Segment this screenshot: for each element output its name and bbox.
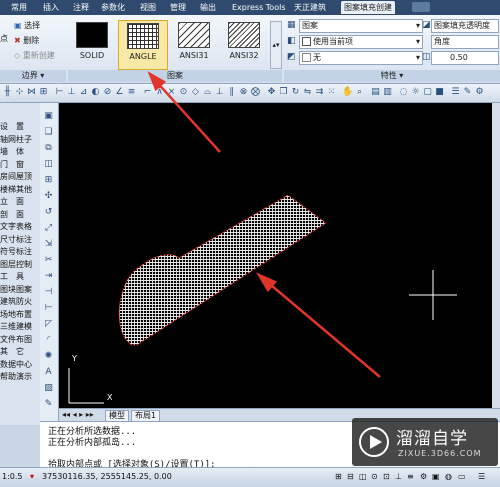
otrack-mode-icon[interactable]: ⊥ [395, 472, 402, 481]
snap-mode-icon[interactable]: ⊞ [335, 472, 342, 481]
polar-mode-icon[interactable]: ⊙ [371, 472, 378, 481]
coordinate-readout: 37530116.35, 2555145.25, 0.00 [42, 472, 172, 481]
arrow-to-hatch [264, 279, 381, 378]
lineweight-mode-icon[interactable]: ≡ [407, 472, 414, 481]
arrow-to-angle-pattern [153, 78, 221, 153]
watermark-url: ZIXUE.3D66.COM [398, 449, 482, 458]
watermark-brand: 溜溜自学 [396, 429, 468, 449]
customize-icon[interactable]: ☰ [478, 472, 485, 481]
tab-nav-arrows-icon[interactable]: ◂◂ ◂ ▸ ▸▸ [62, 410, 94, 419]
play-logo-icon [359, 427, 389, 457]
osnap-mode-icon[interactable]: ⊡ [383, 472, 390, 481]
watermark: 溜溜自学 ZIXUE.3D66.COM [352, 418, 498, 466]
grid-mode-icon[interactable]: ⊟ [347, 472, 354, 481]
annotation-scale[interactable]: 1:0.5 [2, 472, 23, 481]
lock-ui-icon[interactable]: ▣ [432, 472, 440, 481]
ortho-mode-icon[interactable]: ◫ [359, 472, 367, 481]
status-bar: 1:0.5 ▾ 37530116.35, 2555145.25, 0.00 ⊞ … [0, 467, 500, 487]
isolate-icon[interactable]: ◍ [445, 472, 452, 481]
workspace-icon[interactable]: ⚙ [420, 472, 427, 481]
clean-screen-icon[interactable]: ▭ [458, 472, 466, 481]
command-history-line: 正在分析内部孤岛... [48, 438, 137, 448]
scale-dropdown-icon[interactable]: ▾ [30, 472, 34, 481]
